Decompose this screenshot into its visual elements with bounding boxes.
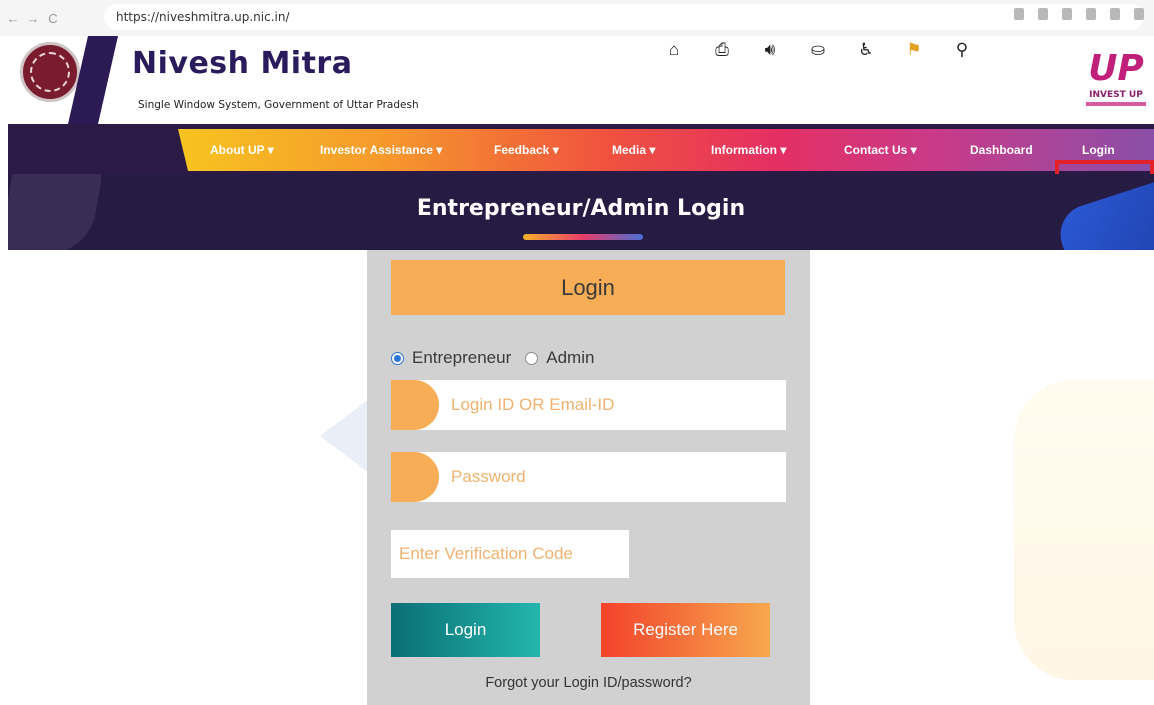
login-button[interactable]: Login bbox=[391, 603, 540, 657]
home-icon[interactable]: ⌂ bbox=[663, 40, 685, 60]
site-title[interactable]: Nivesh Mitra bbox=[132, 46, 352, 81]
site-subtitle: Single Window System, Government of Utta… bbox=[138, 99, 419, 111]
forgot-credentials-link[interactable]: Forgot your Login ID/password? bbox=[367, 675, 810, 691]
entrepreneur-label[interactable]: Entrepreneur bbox=[412, 348, 511, 368]
banner-right-shape bbox=[1052, 181, 1154, 250]
login-heading-bar: Login bbox=[391, 260, 785, 315]
puzzle-icon[interactable] bbox=[1086, 8, 1096, 20]
header-utility-icons: ⌂ ⎙ 🔊︎ ⛀ ♿︎ ⚑ ⚲ bbox=[663, 40, 973, 60]
page-banner: Entrepreneur/Admin Login bbox=[8, 174, 1154, 250]
nav-bar: About UP ▾ Investor Assistance ▾ Feedbac… bbox=[178, 129, 1154, 171]
password-input[interactable] bbox=[451, 452, 781, 502]
nav-information[interactable]: Information ▾ bbox=[711, 143, 786, 157]
text-to-speech-icon[interactable]: 🔊︎ bbox=[759, 40, 781, 60]
nav-feedback[interactable]: Feedback ▾ bbox=[494, 143, 559, 157]
invest-up-mark: UP bbox=[1088, 48, 1144, 89]
extension-icon[interactable] bbox=[1062, 8, 1072, 20]
share-icon[interactable] bbox=[1014, 8, 1024, 20]
browser-nav: ← → C bbox=[4, 11, 62, 26]
login-heading: Login bbox=[561, 274, 615, 300]
profile-icon[interactable] bbox=[1134, 8, 1144, 20]
login-id-input[interactable] bbox=[451, 380, 781, 430]
nav-media[interactable]: Media ▾ bbox=[612, 143, 655, 157]
invest-up-logo[interactable]: UP INVEST UP bbox=[1080, 48, 1152, 120]
login-id-field bbox=[391, 380, 786, 430]
accessibility-icon[interactable]: ♿︎ bbox=[855, 40, 877, 60]
url-text: https://niveshmitra.up.nic.in/ bbox=[116, 10, 290, 24]
title-underline bbox=[523, 234, 643, 240]
background-triangle bbox=[320, 400, 368, 472]
download-icon[interactable]: ⎙ bbox=[711, 40, 733, 60]
user-icon bbox=[391, 380, 439, 430]
reload-icon[interactable]: C bbox=[44, 11, 62, 26]
nav-about-up[interactable]: About UP ▾ bbox=[210, 143, 274, 157]
password-field bbox=[391, 452, 786, 502]
invest-up-rule bbox=[1086, 102, 1146, 106]
back-arrow-icon[interactable]: ← bbox=[4, 11, 22, 26]
browser-toolbar: ← → C https://niveshmitra.up.nic.in/ bbox=[0, 0, 1154, 36]
admin-radio[interactable] bbox=[525, 351, 539, 365]
nav-contact-us[interactable]: Contact Us ▾ bbox=[844, 143, 917, 157]
sitemap-icon[interactable]: ⛀ bbox=[807, 40, 829, 60]
captcha-field bbox=[391, 530, 629, 578]
invest-up-text: INVEST UP bbox=[1089, 90, 1143, 100]
lock-icon bbox=[391, 452, 439, 502]
admin-label[interactable]: Admin bbox=[546, 348, 594, 368]
up-emblem-icon[interactable] bbox=[20, 42, 80, 102]
register-button[interactable]: Register Here bbox=[601, 603, 770, 657]
site-header: Nivesh Mitra Single Window System, Gover… bbox=[8, 36, 1154, 124]
verification-code-input[interactable] bbox=[391, 530, 629, 578]
language-flag-icon[interactable]: ⚑ bbox=[903, 40, 925, 60]
nav-dashboard[interactable]: Dashboard bbox=[970, 143, 1033, 157]
entrepreneur-radio[interactable] bbox=[391, 351, 404, 365]
role-selector: Entrepreneur Admin bbox=[391, 348, 608, 368]
address-bar[interactable]: https://niveshmitra.up.nic.in/ bbox=[104, 4, 1144, 30]
search-icon[interactable]: ⚲ bbox=[951, 40, 973, 60]
emblem-ring bbox=[30, 52, 70, 92]
login-panel: Login Entrepreneur Admin Login Register … bbox=[367, 250, 810, 705]
forward-arrow-icon[interactable]: → bbox=[24, 11, 42, 26]
bookmark-star-icon[interactable] bbox=[1038, 8, 1048, 20]
page-title: Entrepreneur/Admin Login bbox=[416, 196, 746, 221]
background-shape bbox=[1014, 380, 1154, 680]
main-navigation: About UP ▾ Investor Assistance ▾ Feedbac… bbox=[8, 124, 1154, 174]
browser-actions bbox=[1014, 8, 1144, 20]
nav-login[interactable]: Login bbox=[1082, 143, 1115, 157]
sidebar-icon[interactable] bbox=[1110, 8, 1120, 20]
nav-investor-assistance[interactable]: Investor Assistance ▾ bbox=[320, 143, 442, 157]
